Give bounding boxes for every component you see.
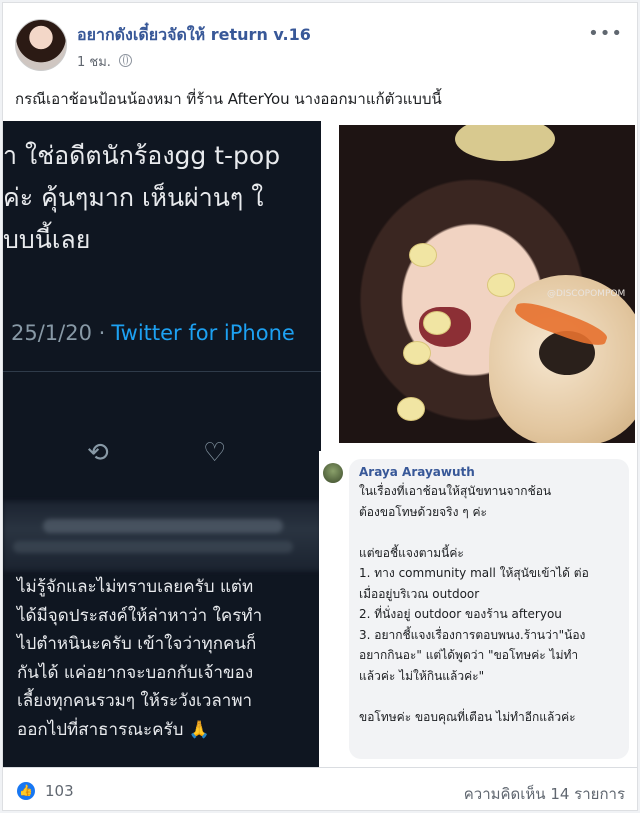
author-name[interactable]: อยากดังเดี๋ยวจัดให้ return v.16: [77, 23, 311, 48]
like-icon[interactable]: 👍: [17, 782, 35, 800]
tweet-source: Twitter for iPhone: [111, 321, 295, 345]
avatar[interactable]: [15, 19, 67, 71]
comment-text: ในเรื่องที่เอาช้อนให้สุนัขทานจากช้อน ต้อ…: [359, 481, 589, 727]
comment-line: [359, 686, 589, 707]
tweet-date: 25/1/20 · Twitter for iPhone: [11, 321, 295, 345]
selfie-photo[interactable]: @DISCOPOMPOM: [339, 125, 635, 443]
comment-line: 2. ที่นั่งอยู่ outdoor ของร้าน afteryou: [359, 607, 562, 621]
dog-sticker-icon: [397, 397, 425, 421]
comment-line: แต่ขอชี้แจงตามนี้ค่ะ: [359, 545, 464, 560]
comment-line: 1. ทาง community mall ให้สุนัขเข้าได้ ต่…: [359, 566, 589, 580]
post-card: อยากดังเดี๋ยวจัดให้ return v.16 1 ชม. ••…: [2, 2, 638, 811]
dog-sticker-icon: [403, 341, 431, 365]
avatar: [323, 463, 343, 483]
dog-sticker-icon: [487, 273, 515, 297]
heart-icon: ♡: [203, 438, 227, 468]
tweet-line: บบนี้เลย: [3, 225, 91, 254]
reply-line: ไปตำหนินะครับ เข้าใจว่าทุกคนก็: [17, 634, 257, 654]
comment-line: 3. อยากชี้แจงเรื่องการตอบพนง.ร้านว่า"น้อ…: [359, 627, 586, 642]
tweet-line: ค่ะ คุ้นๆมาก เห็นผ่านๆ ใ: [3, 183, 264, 212]
comment-line: [359, 522, 589, 543]
tweet-reply-text: ไม่รู้จักและไม่ทราบเลยครับ แต่ท ได้มีจุด…: [17, 573, 262, 744]
blurred-area: [3, 501, 321, 571]
post-meta: 1 ชม.: [77, 51, 133, 72]
comment-line: เมื่ออยู่บริเวณ outdoor: [359, 586, 480, 601]
comment-count[interactable]: ความคิดเห็น 14 รายการ: [464, 782, 625, 806]
like-count[interactable]: 103: [45, 782, 74, 800]
post-time[interactable]: 1 ชม.: [77, 55, 111, 70]
tweet-actions: ⟲ ♡: [3, 438, 321, 481]
comment-screenshot[interactable]: Araya Arayawuth ในเรื่องที่เอาช้อนให้สุน…: [319, 451, 637, 767]
reply-line: เลี้ยงทุกคนรวมๆ ให้ระวังเวลาพา: [17, 691, 253, 711]
photo-watermark: @DISCOPOMPOM: [547, 289, 626, 299]
dog-sticker-icon: [423, 311, 451, 335]
comment-block: Araya Arayawuth ในเรื่องที่เอาช้อนให้สุน…: [319, 451, 637, 767]
tweet-screenshot[interactable]: า ใช่อดีตนักร้องgg t-pop ค่ะ คุ้นๆมาก เห…: [3, 121, 321, 767]
commenter-name: Araya Arayawuth: [359, 465, 475, 479]
photo-collage[interactable]: า ใช่อดีตนักร้องgg t-pop ค่ะ คุ้นๆมาก เห…: [3, 121, 637, 767]
comment-line: ต้องขอโทษด้วยจริง ๆ ค่ะ: [359, 504, 487, 519]
post-caption: กรณีเอาช้อนป้อนน้องหมา ที่ร้าน AfterYou …: [15, 90, 442, 108]
comment-line: แล้วค่ะ ไม่ให้กินแล้วค่ะ": [359, 668, 485, 683]
dog-sticker-icon: [409, 243, 437, 267]
more-icon[interactable]: •••: [588, 23, 623, 44]
globe-icon: [119, 54, 133, 67]
comment-line: ในเรื่องที่เอาช้อนให้สุนัขทานจากช้อน: [359, 484, 552, 498]
reply-line: กันได้ แค่อยากจะบอกกับเจ้าของ: [17, 662, 254, 683]
tweet-line: า ใช่อดีตนักร้องgg t-pop: [3, 141, 281, 170]
divider: [3, 371, 321, 372]
tweet-text: า ใช่อดีตนักร้องgg t-pop ค่ะ คุ้นๆมาก เห…: [3, 135, 280, 261]
post-footer: 👍 103 ความคิดเห็น 14 รายการ: [3, 767, 637, 812]
comment-line: อยากกินอะ" แต่ได้พูดว่า "ขอโทษค่ะ ไม่ทำ: [359, 648, 579, 662]
tweet-date-text: 25/1/20 ·: [11, 321, 106, 345]
reply-line: ได้มีจุดประสงค์ให้ล่าหาว่า ใครทำ: [17, 605, 263, 626]
retweet-icon: ⟲: [87, 438, 109, 468]
reply-line: ออกไปที่สาธารณะครับ 🙏: [17, 719, 211, 740]
comment-line: ขอโทษค่ะ ขอบคุณที่เตือน ไม่ทำอีกแล้วค่ะ: [359, 709, 576, 724]
reply-line: ไม่รู้จักและไม่ทราบเลยครับ แต่ท: [17, 577, 254, 597]
